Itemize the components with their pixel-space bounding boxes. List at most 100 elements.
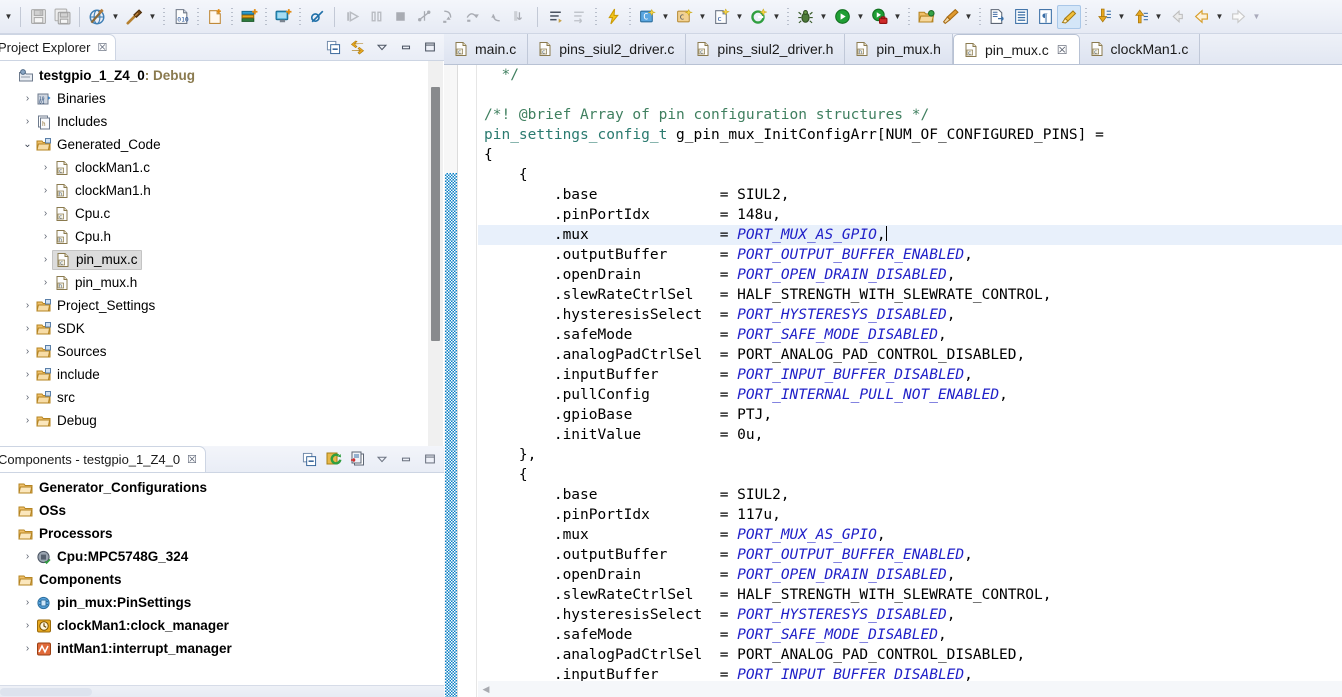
step-into-button[interactable] [436, 5, 460, 29]
code-line[interactable]: .pinPortIdx = 148u, [478, 205, 1342, 225]
tree-row[interactable]: › src [0, 386, 444, 409]
tree-item-content[interactable]: h Includes [35, 114, 107, 130]
tree-item-content[interactable]: Sources [35, 344, 107, 360]
code-line[interactable]: */ [478, 65, 1342, 85]
code-line[interactable]: .base = SIUL2, [478, 185, 1342, 205]
debug-button[interactable] [793, 5, 817, 29]
chevron-right-icon[interactable]: › [38, 208, 53, 219]
code-line[interactable]: .analogPadCtrlSel = PORT_ANALOG_PAD_CONT… [478, 645, 1342, 665]
tree-row[interactable]: › h clockMan1.h [0, 179, 444, 202]
tree-row[interactable]: › h pin_mux.h [0, 271, 444, 294]
minimize-view-button[interactable] [395, 37, 416, 58]
project-explorer-scrollbar[interactable] [428, 61, 443, 446]
code-line[interactable]: .mux = PORT_MUX_AS_GPIO, [478, 525, 1342, 545]
new-element-button[interactable] [746, 5, 770, 29]
tree-row[interactable]: ⌄ Generated_Code [0, 133, 444, 156]
code-line[interactable]: { [478, 165, 1342, 185]
chevron-right-icon[interactable]: › [20, 597, 35, 608]
tree-row[interactable]: › c clockMan1.c [0, 156, 444, 179]
next-annotation-button[interactable] [1091, 5, 1115, 29]
maximize-view-button[interactable] [419, 449, 440, 470]
code-line[interactable]: { [478, 465, 1342, 485]
tree-row[interactable]: › Debug [0, 409, 444, 432]
build-all-caret[interactable]: ▼ [109, 5, 122, 29]
chevron-right-icon[interactable]: › [20, 392, 35, 403]
previous-annotation-caret[interactable]: ▼ [1152, 5, 1165, 29]
close-icon[interactable]: ☒ [97, 41, 107, 54]
code-line[interactable]: /*! @brief Array of pin configuration st… [478, 105, 1342, 125]
minimize-view-button[interactable] [395, 449, 416, 470]
scrollbar-thumb[interactable] [431, 87, 440, 341]
new-cpp-project-button[interactable]: C [672, 5, 696, 29]
code-line[interactable]: .slewRateCtrlSel = HALF_STRENGTH_WITH_SL… [478, 285, 1342, 305]
tree-item-content[interactable]: clockMan1:clock_manager [35, 618, 229, 634]
new-console-button[interactable] [271, 5, 295, 29]
tree-item-content[interactable]: Cpu:MPC5748G_324 [35, 549, 188, 565]
save-all-button[interactable] [50, 5, 74, 29]
new-cpp-project-caret[interactable]: ▼ [696, 5, 709, 29]
terminate-button[interactable] [388, 5, 412, 29]
tree-item-content[interactable]: OSs [17, 503, 66, 519]
toolbar-overflow-caret[interactable]: ▼ [2, 5, 15, 29]
tree-row[interactable]: › clockMan1:clock_manager [0, 614, 444, 637]
code-line[interactable]: }, [478, 445, 1342, 465]
tree-item-content[interactable]: Debug [35, 413, 97, 429]
tree-item-content[interactable]: intMan1:interrupt_manager [35, 641, 232, 657]
open-perspective-button[interactable] [914, 5, 938, 29]
code-line[interactable]: .hysteresisSelect = PORT_HYSTERESYS_DISA… [478, 605, 1342, 625]
step-return-button[interactable] [484, 5, 508, 29]
binary-file-button[interactable]: 010 [169, 5, 193, 29]
tree-item-content[interactable]: Generator_Configurations [17, 480, 207, 496]
collapse-all-button[interactable] [299, 449, 320, 470]
editor-tab[interactable]: h pin_mux.h [845, 34, 953, 64]
new-layers-button[interactable] [237, 5, 261, 29]
debug-caret[interactable]: ▼ [817, 5, 830, 29]
editor-folding-ruler[interactable] [459, 65, 477, 697]
code-text[interactable]: */ /*! @brief Array of pin configuration… [478, 65, 1342, 697]
tree-item-content[interactable]: c Cpu.c [53, 206, 110, 222]
import-project-caret[interactable]: ▼ [962, 5, 975, 29]
editor-tab[interactable]: c pins_siul2_driver.c [528, 34, 687, 64]
tree-row[interactable]: › Cpu:MPC5748G_324 [0, 545, 444, 568]
code-line[interactable]: .analogPadCtrlSel = PORT_ANALOG_PAD_CONT… [478, 345, 1342, 365]
tree-row[interactable]: › SDK [0, 317, 444, 340]
tree-item-content[interactable]: h Cpu.h [53, 229, 111, 245]
back-caret[interactable]: ▼ [1213, 5, 1226, 29]
build-all-button[interactable] [85, 5, 109, 29]
skip-breakpoints-button[interactable] [305, 5, 329, 29]
tree-item-content[interactable]: testgpio_1_Z4_0: Debug [17, 68, 195, 84]
code-line[interactable]: .mux = PORT_MUX_AS_GPIO, [478, 225, 1342, 245]
chevron-right-icon[interactable]: › [20, 323, 35, 334]
tree-item-content[interactable]: Generated_Code [35, 137, 161, 153]
tree-row[interactable]: › h Cpu.h [0, 225, 444, 248]
new-c-project-caret[interactable]: ▼ [659, 5, 672, 29]
tab-project-explorer[interactable]: Project Explorer ☒ [0, 34, 117, 60]
tree-item-content[interactable]: h pin_mux.h [53, 275, 137, 291]
collapse-all-button[interactable] [323, 37, 344, 58]
tree-row[interactable]: › Sources [0, 340, 444, 363]
tree-item-content[interactable]: c clockMan1.c [53, 160, 150, 176]
tree-row[interactable]: › intMan1:interrupt_manager [0, 637, 444, 660]
tree-row[interactable]: OSs [0, 499, 444, 522]
code-line[interactable]: .outputBuffer = PORT_OUTPUT_BUFFER_ENABL… [478, 245, 1342, 265]
code-line[interactable]: .inputBuffer = PORT_INPUT_BUFFER_DISABLE… [478, 365, 1342, 385]
forward-caret[interactable]: ▼ [1250, 5, 1263, 29]
chevron-right-icon[interactable]: › [38, 231, 53, 242]
code-line[interactable]: .pullConfig = PORT_INTERNAL_PULL_NOT_ENA… [478, 385, 1342, 405]
chevron-right-icon[interactable]: › [20, 93, 35, 104]
tree-item-content[interactable]: src [35, 390, 75, 406]
code-line[interactable]: .gpioBase = PTJ, [478, 405, 1342, 425]
tree-row[interactable]: Components [0, 568, 444, 591]
build-caret[interactable]: ▼ [146, 5, 159, 29]
editor-tab[interactable]: c pin_mux.c ☒ [952, 34, 1080, 64]
close-icon[interactable]: ☒ [1057, 43, 1068, 57]
step-over-button[interactable] [460, 5, 484, 29]
editor-tab[interactable]: c pins_siul2_driver.h [686, 34, 846, 64]
code-line[interactable]: { [478, 145, 1342, 165]
build-button[interactable] [122, 5, 146, 29]
tree-item-content[interactable]: h clockMan1.h [53, 183, 151, 199]
view-menu-button[interactable] [371, 449, 392, 470]
tree-item-content[interactable]: Project_Settings [35, 298, 155, 314]
code-line[interactable]: pin_settings_config_t g_pin_mux_InitConf… [478, 125, 1342, 145]
chevron-right-icon[interactable]: › [20, 620, 35, 631]
